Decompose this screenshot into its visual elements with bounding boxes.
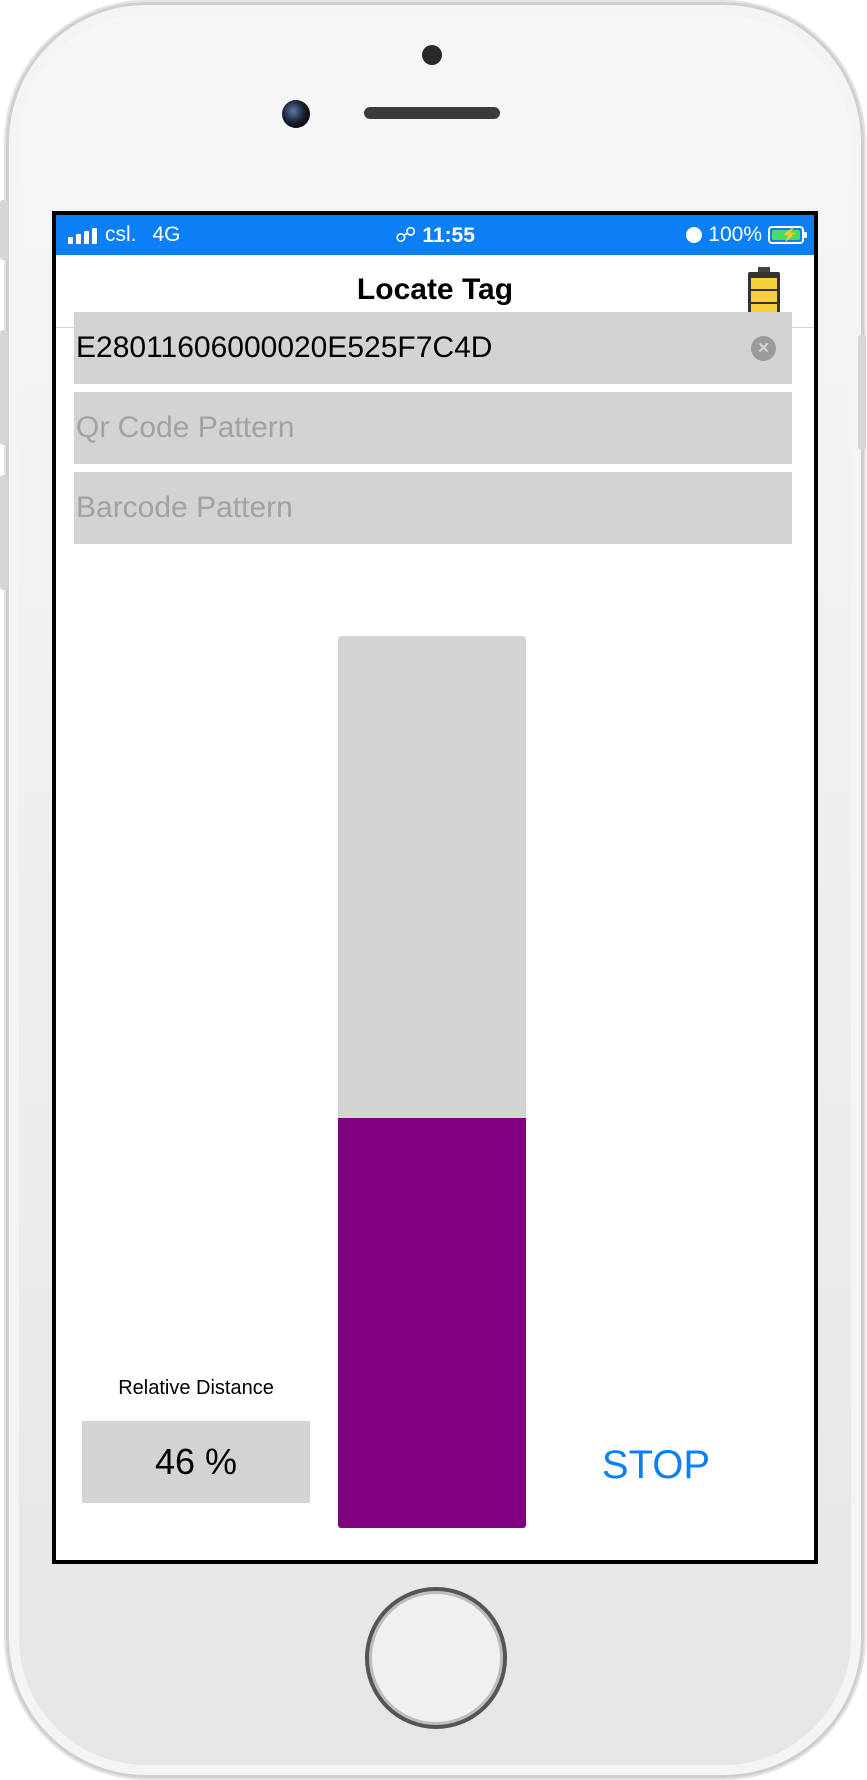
page-title: Locate Tag xyxy=(356,273,514,306)
clear-icon[interactable]: × xyxy=(751,336,776,361)
status-bar: csl. 4G ☍ 11:55 100% ⚡ xyxy=(56,215,814,255)
mute-switch xyxy=(0,200,8,260)
status-right: 100% ⚡ xyxy=(686,223,807,247)
battery-charging-icon: ⚡ xyxy=(768,226,807,244)
home-button[interactable] xyxy=(365,1587,507,1729)
link-icon: ☍ xyxy=(395,224,417,247)
relative-distance-value: 46 % xyxy=(82,1421,310,1503)
relative-distance-label: Relative Distance xyxy=(118,1377,274,1399)
gauge-fill-bar xyxy=(338,1117,526,1528)
stop-button[interactable]: STOP xyxy=(586,1440,726,1490)
volume-down-button xyxy=(0,475,8,590)
front-camera xyxy=(282,100,310,128)
volume-up-button xyxy=(0,330,8,445)
epc-input[interactable] xyxy=(76,331,716,365)
barcode-field[interactable] xyxy=(74,472,792,544)
barcode-input[interactable] xyxy=(76,491,716,525)
signal-strength-gauge xyxy=(338,636,526,1528)
battery-percent: 100% xyxy=(708,223,762,246)
qr-code-input[interactable] xyxy=(76,411,716,445)
epc-field[interactable]: × xyxy=(74,312,792,384)
earpiece-speaker xyxy=(364,107,500,119)
status-time: 11:55 xyxy=(422,224,475,247)
proximity-sensor xyxy=(422,45,442,65)
qr-code-field[interactable] xyxy=(74,392,792,464)
app-screen: csl. 4G ☍11:55 100% ⚡ Locate Tag × xyxy=(52,211,818,1564)
alarm-icon xyxy=(686,227,703,243)
power-button xyxy=(858,335,866,450)
